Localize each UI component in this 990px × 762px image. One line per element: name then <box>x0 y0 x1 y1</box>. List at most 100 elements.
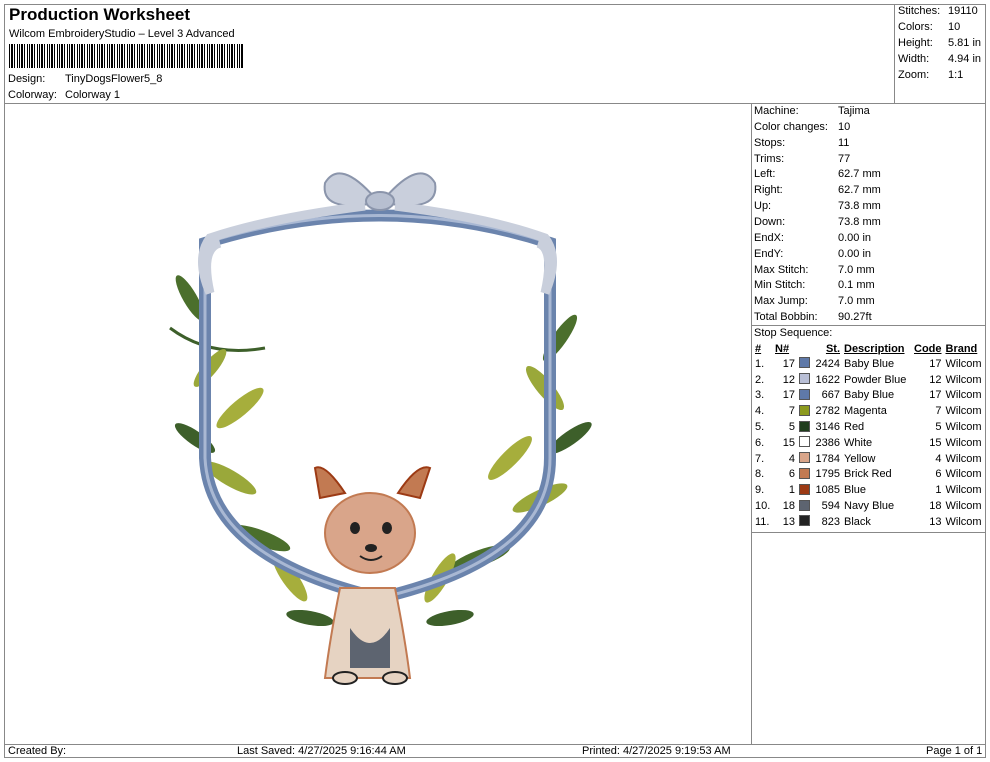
color-swatch <box>797 482 812 498</box>
stat-label: Height: <box>898 37 933 49</box>
color-description: Blue <box>844 484 867 497</box>
color-code: 12 <box>929 373 942 386</box>
color-description: Black <box>844 515 871 528</box>
detail-value: 0.00 in <box>838 248 872 260</box>
detail-value: 7.0 mm <box>838 264 875 276</box>
color-code: 4 <box>935 452 942 465</box>
color-description: Yellow <box>844 452 876 465</box>
color-code: 1 <box>935 484 942 497</box>
detail-row: Total Bobbin: 90.27ft <box>754 311 872 323</box>
stitch-count: 2782 <box>815 405 840 418</box>
color-code: 6 <box>935 468 942 481</box>
stat-value: 1:1 <box>948 69 964 81</box>
color-swatch <box>797 514 812 530</box>
design-label: Design: <box>8 73 46 85</box>
swatch-square <box>799 515 810 527</box>
footer-bar <box>4 744 986 758</box>
stat-row: Height: 5.81 in <box>898 37 981 49</box>
swatch-square <box>799 388 810 400</box>
col-header-description: Description <box>844 342 905 355</box>
table-row: 7. 4 1784 Yellow 4 Wilcom <box>753 451 984 467</box>
swatch-square <box>799 420 810 432</box>
stitch-count: 2424 <box>815 357 840 370</box>
stat-row: Width: 4.94 in <box>898 53 981 65</box>
thread-brand: Wilcom <box>945 436 982 449</box>
table-row: 3. 17 667 Baby Blue 17 Wilcom <box>753 388 984 404</box>
detail-label: EndY: <box>754 248 784 260</box>
color-description: Navy Blue <box>844 500 895 513</box>
needle-number: 1 <box>788 484 795 497</box>
thread-brand: Wilcom <box>945 357 982 370</box>
detail-label: Color changes: <box>754 121 828 133</box>
table-row: 11. 13 823 Black 13 Wilcom <box>753 514 984 530</box>
detail-row: EndY: 0.00 in <box>754 248 871 260</box>
created-by: Created By: <box>8 745 67 757</box>
detail-label: Trims: <box>754 153 785 165</box>
detail-row: Stops: 11 <box>754 137 849 149</box>
thread-brand: Wilcom <box>945 405 982 418</box>
color-code: 5 <box>935 421 942 434</box>
detail-value: 73.8 mm <box>838 200 881 212</box>
col-header-code: Code <box>914 342 942 355</box>
swatch-square <box>799 499 810 511</box>
stat-label: Width: <box>898 53 930 65</box>
detail-row: Color changes: 10 <box>754 121 850 133</box>
stop-sequence-table: # N# St. Description Code Brand 1. 17 2424… <box>753 341 984 530</box>
detail-row: Min Stitch: 0.1 mm <box>754 279 875 291</box>
col-header-index: # <box>755 342 762 355</box>
stitch-count: 1085 <box>815 484 840 497</box>
needle-number: 13 <box>782 515 795 528</box>
swatch-square <box>799 357 810 369</box>
detail-value: 0.1 mm <box>838 279 875 291</box>
needle-number: 15 <box>782 436 795 449</box>
detail-row: Machine: Tajima <box>754 105 870 117</box>
swatch-square <box>799 373 810 385</box>
thread-brand: Wilcom <box>945 389 982 402</box>
divider <box>751 532 986 533</box>
last-saved: Last Saved: 4/27/2025 9:16:44 AM <box>237 745 406 757</box>
needle-number: 12 <box>782 373 795 386</box>
color-description: White <box>844 436 873 449</box>
stitch-count: 3146 <box>815 421 840 434</box>
stat-label: Colors: <box>898 21 933 33</box>
detail-row: Max Jump: 7.0 mm <box>754 295 875 307</box>
detail-value: 62.7 mm <box>838 168 881 180</box>
needle-number: 5 <box>788 421 795 434</box>
stat-value: 19110 <box>948 5 978 17</box>
detail-label: Stops: <box>754 137 786 149</box>
stat-row: Colors: 10 <box>898 21 960 33</box>
detail-label: Max Stitch: <box>754 264 809 276</box>
detail-value: 0.00 in <box>838 232 872 244</box>
page-number: Page 1 of 1 <box>926 745 983 757</box>
needle-number: 6 <box>788 468 795 481</box>
color-code: 17 <box>929 389 942 402</box>
table-row: 5. 5 3146 Red 5 Wilcom <box>753 419 984 435</box>
table-row: 4. 7 2782 Magenta 7 Wilcom <box>753 403 984 419</box>
stop-sequence-title: Stop Sequence: <box>754 327 833 339</box>
color-code: 18 <box>929 500 942 513</box>
stitch-count: 2386 <box>815 436 840 449</box>
colorway-label: Colorway: <box>8 89 57 101</box>
detail-value: 73.8 mm <box>838 216 881 228</box>
embroidery-design-preview <box>169 172 592 685</box>
needle-number: 4 <box>788 452 795 465</box>
design-row: Design: TinyDogsFlower5_8 <box>8 73 162 85</box>
color-swatch <box>797 419 812 435</box>
stop-index: 6. <box>755 436 765 449</box>
stop-index: 7. <box>755 452 765 465</box>
color-description: Baby Blue <box>844 357 895 370</box>
color-swatch <box>797 451 812 467</box>
software-subtitle: Wilcom EmbroideryStudio – Level 3 Advanc… <box>9 28 235 40</box>
stat-label: Stitches: <box>898 5 941 17</box>
color-swatch <box>797 498 812 514</box>
thread-brand: Wilcom <box>945 468 982 481</box>
needle-number: 17 <box>782 357 795 370</box>
color-code: 13 <box>929 515 942 528</box>
chihuahua-figure <box>313 466 432 685</box>
stitch-count: 1795 <box>815 468 840 481</box>
detail-row: Trims: 77 <box>754 153 850 165</box>
stop-index: 10. <box>755 500 771 513</box>
detail-value: 77 <box>838 153 851 165</box>
detail-row: EndX: 0.00 in <box>754 232 871 244</box>
table-row: 9. 1 1085 Blue 1 Wilcom <box>753 482 984 498</box>
